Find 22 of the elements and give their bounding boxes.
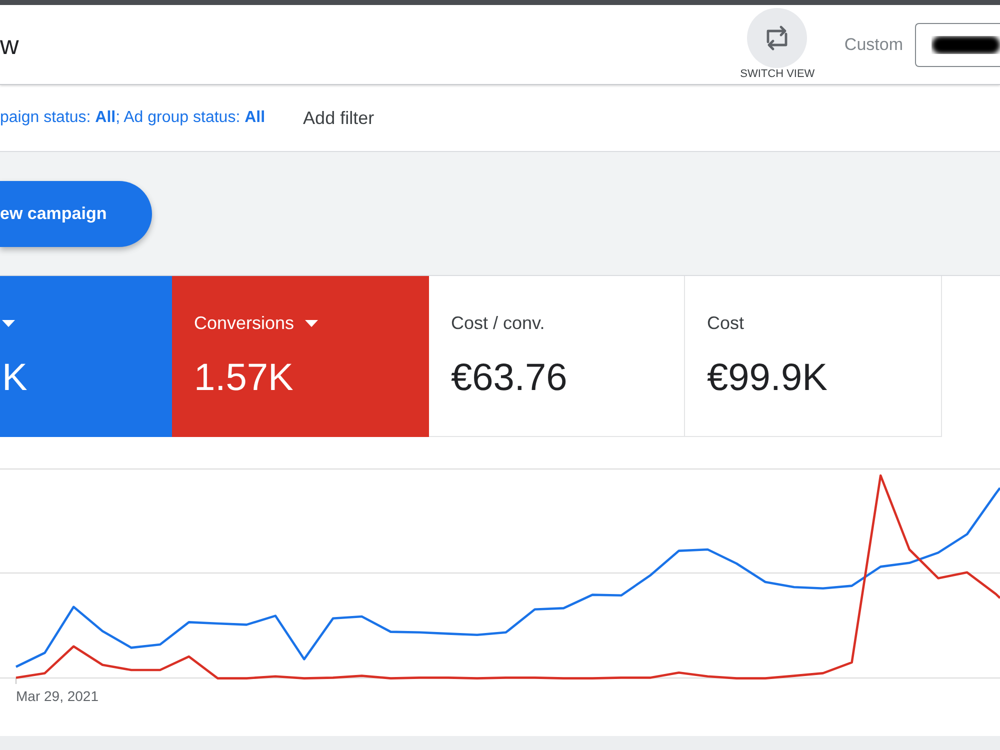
add-filter-button[interactable]: Add filter (303, 104, 374, 132)
filter-summary[interactable]: paign status: All; Ad group status: All (0, 106, 266, 130)
caret-icon (305, 320, 318, 326)
swap-arrows-icon (747, 8, 808, 68)
axis-date-label: Mar 29, 2021 (16, 687, 98, 705)
metric-card[interactable]: Conversions 1.57K (172, 276, 429, 437)
page-title: w (0, 30, 19, 60)
metric-label: Cost (707, 312, 744, 334)
metric-label: Cost / conv. (451, 312, 545, 334)
metric-value: K (2, 356, 28, 400)
metric-label: Conversions (194, 312, 294, 334)
switch-view-button[interactable]: SWITCH VIEW (737, 8, 818, 80)
metric-card[interactable]: Cost / conv. €63.76 (429, 276, 685, 437)
metric-value: 1.57K (194, 356, 294, 400)
caret-icon (2, 320, 15, 326)
metric-card[interactable]: Cost €99.9K (685, 276, 942, 437)
metric-card[interactable]: K (0, 276, 172, 437)
metric-value: €63.76 (451, 356, 568, 400)
new-campaign-button[interactable]: ew campaign (0, 181, 152, 247)
date-range-label: Custom (844, 34, 903, 56)
metric-value: €99.9K (707, 356, 828, 400)
date-range-button[interactable] (915, 22, 1000, 66)
